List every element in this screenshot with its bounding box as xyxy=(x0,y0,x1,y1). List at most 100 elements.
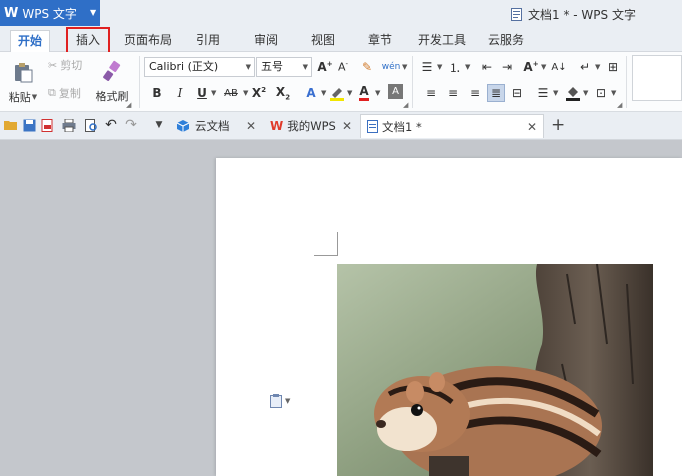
show-marks-button[interactable]: ↵ xyxy=(576,58,594,76)
italic-icon: I xyxy=(177,86,183,100)
grow-font-icon: A+ xyxy=(317,60,333,74)
chevron-down-icon[interactable]: ▼ xyxy=(437,63,442,71)
bullets-button[interactable]: ☰ xyxy=(418,58,436,76)
tab-view[interactable]: 视图 xyxy=(305,30,341,52)
phonetic-icon: wén xyxy=(381,62,401,72)
justify-button[interactable]: ≣ xyxy=(487,84,505,102)
print-preview-button[interactable] xyxy=(84,118,98,132)
shading-fill-button[interactable] xyxy=(564,84,582,102)
increase-indent-button[interactable]: ⇥ xyxy=(498,58,516,76)
tab-developer[interactable]: 开发工具 xyxy=(414,30,470,52)
chevron-down-icon[interactable]: ▼ xyxy=(595,63,600,71)
cut-button[interactable]: ✂ 剪切 xyxy=(48,56,82,74)
doc-tab-cloud[interactable]: 云文档 ✕ xyxy=(170,114,262,138)
customize-toolbar-button[interactable]: ▼ xyxy=(152,118,166,132)
doc-tab-label: 我的WPS xyxy=(287,119,336,133)
ribbon-home-panel: 粘贴 ▼ ✂ 剪切 ⧉ 复制 格式刷 ◢ Calibri (正文) ▼ 五号 ▼… xyxy=(0,52,682,112)
doc-tab-label: 文档1 * xyxy=(382,119,422,134)
grow-font-button[interactable]: A+ xyxy=(316,58,334,76)
close-icon[interactable]: ✕ xyxy=(246,119,256,133)
decrease-indent-button[interactable]: ⇤ xyxy=(478,58,496,76)
brush-icon xyxy=(103,60,121,81)
sort-button[interactable]: A↓ xyxy=(550,58,568,76)
chevron-down-icon[interactable]: ▼ xyxy=(553,89,558,97)
chevron-down-icon[interactable]: ▼ xyxy=(611,89,616,97)
clear-format-button[interactable]: ✎ xyxy=(358,58,376,76)
inserted-chipmunk-image[interactable] xyxy=(337,264,653,476)
align-left-button[interactable]: ≡ xyxy=(422,84,440,102)
doc-tab-my-wps[interactable]: W 我的WPS ✕ xyxy=(264,114,358,138)
doc-tab-label: 云文档 xyxy=(195,119,230,133)
tab-home[interactable]: 开始 xyxy=(10,30,50,52)
close-icon[interactable]: ✕ xyxy=(342,119,352,133)
dialog-launcher-icon[interactable]: ◢ xyxy=(403,101,408,109)
chevron-down-icon[interactable]: ▼ xyxy=(375,89,380,97)
paragraph-mark-icon: ↵ xyxy=(579,60,591,74)
font-size-select[interactable]: 五号 ▼ xyxy=(256,57,312,77)
text-direction-button[interactable]: A+ xyxy=(522,58,540,76)
chevron-down-icon[interactable]: ▼ xyxy=(321,89,326,97)
chevron-down-icon[interactable]: ▼ xyxy=(541,63,546,71)
align-right-button[interactable]: ≡ xyxy=(466,84,484,102)
bullet-list-icon: ☰ xyxy=(421,60,433,74)
superscript-button[interactable]: X2 xyxy=(250,84,268,102)
copy-button[interactable]: ⧉ 复制 xyxy=(48,84,81,102)
line-spacing-button[interactable]: ☰ xyxy=(534,84,552,102)
chevron-down-icon[interactable]: ▼ xyxy=(347,89,352,97)
dialog-launcher-icon[interactable]: ◢ xyxy=(617,101,622,109)
paste-button[interactable]: 粘贴 ▼ xyxy=(8,58,38,108)
tab-references[interactable]: 引用 xyxy=(190,30,226,52)
underline-button[interactable]: U xyxy=(193,84,211,102)
chevron-down-icon[interactable]: ▼ xyxy=(465,63,470,71)
strikethrough-button[interactable]: AB xyxy=(220,84,242,102)
chevron-down-icon[interactable]: ▼ xyxy=(211,89,216,97)
save-button[interactable] xyxy=(22,118,36,132)
font-name-select[interactable]: Calibri (正文) ▼ xyxy=(144,57,255,77)
table-button[interactable]: ⊞ xyxy=(604,58,622,76)
dialog-launcher-icon[interactable]: ◢ xyxy=(126,101,131,109)
tab-chapter[interactable]: 章节 xyxy=(362,30,398,52)
tab-review[interactable]: 审阅 xyxy=(248,30,284,52)
format-painter-button[interactable]: 格式刷 xyxy=(94,56,130,108)
align-right-icon: ≡ xyxy=(469,86,481,100)
align-center-button[interactable]: ≡ xyxy=(444,84,462,102)
phonetic-guide-button[interactable]: wén xyxy=(381,58,401,76)
subscript-button[interactable]: X2 xyxy=(274,84,292,102)
cut-label: 剪切 xyxy=(60,59,83,72)
character-shading-button[interactable]: A xyxy=(388,84,403,99)
window-title-text: 文档1 * - WPS 文字 xyxy=(528,8,636,22)
new-tab-button[interactable]: + xyxy=(551,115,565,135)
wps-logo-icon: W xyxy=(4,5,19,21)
folder-icon xyxy=(4,121,17,130)
chevron-down-icon[interactable]: ▼ xyxy=(583,89,588,97)
tab-cloud-service[interactable]: 云服务 xyxy=(482,30,530,52)
close-icon[interactable]: ✕ xyxy=(527,120,537,134)
redo-button[interactable]: ↷ xyxy=(124,117,138,133)
borders-button[interactable]: ⊡ xyxy=(592,84,610,102)
chevron-down-icon: ▼ xyxy=(90,8,97,17)
chevron-down-icon[interactable]: ▼ xyxy=(402,63,407,71)
plus-icon: + xyxy=(551,115,566,135)
document-workspace[interactable]: ▼ xyxy=(0,140,682,476)
document-page[interactable] xyxy=(216,158,682,476)
print-button[interactable] xyxy=(62,118,76,132)
doc-tab-document1[interactable]: 文档1 * ✕ xyxy=(360,114,544,138)
shrink-font-button[interactable]: A- xyxy=(334,58,352,76)
highlight-button[interactable] xyxy=(328,84,346,102)
open-button[interactable] xyxy=(4,118,18,132)
text-effect-button[interactable]: A xyxy=(302,84,320,102)
chevron-down-icon[interactable]: ▼ xyxy=(243,89,248,97)
bold-button[interactable]: B xyxy=(148,84,166,102)
paint-bucket-icon xyxy=(566,87,580,101)
tab-page-layout[interactable]: 页面布局 xyxy=(120,30,176,52)
italic-button[interactable]: I xyxy=(171,84,189,102)
app-menu-button[interactable]: W WPS 文字 ▼ xyxy=(0,0,100,26)
distributed-button[interactable]: ⊟ xyxy=(508,84,526,102)
font-color-button[interactable]: A xyxy=(355,84,373,102)
numbering-button[interactable]: ⒈ xyxy=(446,58,464,76)
undo-button[interactable]: ↶ xyxy=(104,117,118,133)
wps-icon: W xyxy=(270,119,284,133)
export-pdf-button[interactable] xyxy=(40,118,54,132)
paste-options-button[interactable]: ▼ xyxy=(270,394,290,408)
styles-gallery[interactable] xyxy=(632,55,682,101)
